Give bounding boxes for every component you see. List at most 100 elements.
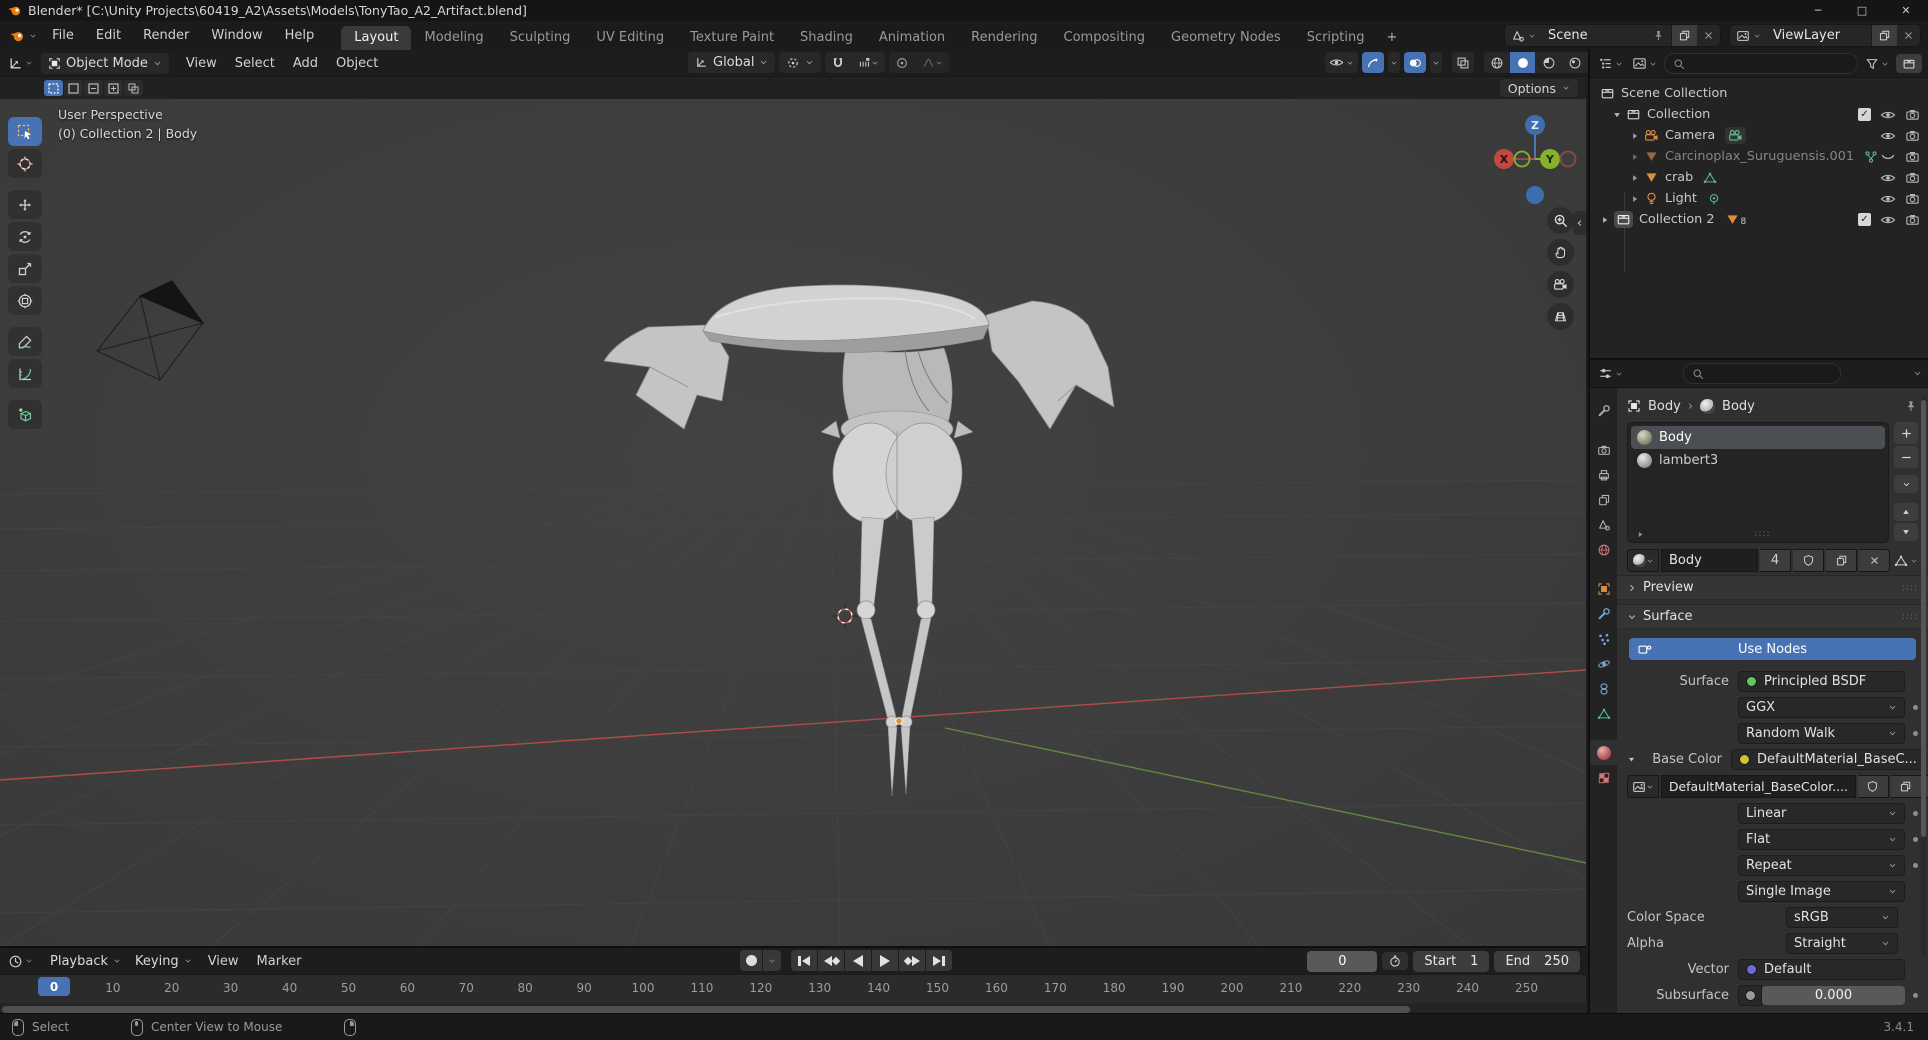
- move-slot-up-button[interactable]: [1894, 503, 1918, 521]
- material-icon[interactable]: [1700, 398, 1716, 414]
- expand-arrow-icon[interactable]: [1630, 194, 1640, 204]
- next-keyframe-button[interactable]: [899, 950, 925, 971]
- subsurface-method-dropdown[interactable]: Random Walk: [1738, 723, 1905, 744]
- hide-eye-icon[interactable]: [1880, 107, 1896, 123]
- menu-view-timeline[interactable]: View: [199, 954, 248, 969]
- overlays-dropdown[interactable]: [1430, 52, 1442, 73]
- fake-user-shield-icon[interactable]: [1793, 549, 1824, 572]
- menu-edit[interactable]: Edit: [85, 22, 132, 50]
- base-color-button[interactable]: DefaultMaterial_BaseC...: [1731, 749, 1925, 770]
- previous-keyframe-button[interactable]: [818, 950, 844, 971]
- proportional-editing-toggle[interactable]: [889, 52, 914, 73]
- tab-geometry-nodes[interactable]: Geometry Nodes: [1158, 26, 1294, 50]
- tab-tool[interactable]: [1590, 398, 1617, 423]
- maximize-button[interactable]: □: [1840, 0, 1884, 21]
- menu-help[interactable]: Help: [274, 22, 326, 50]
- gizmos-dropdown[interactable]: [1388, 52, 1400, 73]
- tab-compositing[interactable]: Compositing: [1051, 26, 1159, 50]
- vector-button[interactable]: Default: [1738, 959, 1905, 980]
- pin-icon[interactable]: [1904, 399, 1918, 414]
- animate-dot[interactable]: [1913, 811, 1918, 816]
- zoom-button[interactable]: [1547, 207, 1574, 234]
- animate-dot[interactable]: [1913, 993, 1918, 998]
- tool-measure[interactable]: [8, 359, 42, 388]
- viewlayer-name[interactable]: ViewLayer: [1767, 25, 1871, 46]
- hide-eye-icon[interactable]: [1880, 212, 1896, 228]
- expand-arrow-icon[interactable]: [1612, 110, 1622, 120]
- current-frame-field[interactable]: 0: [1307, 950, 1378, 972]
- timeline-ruler[interactable]: 0 10 20 30 40 50 60 70 80 90 100 110 120 130 140 150 16…: [0, 974, 1586, 1003]
- interpolation-dropdown[interactable]: Linear: [1738, 803, 1905, 824]
- outliner-row-collection[interactable]: Collection ✓: [1590, 104, 1928, 125]
- jump-to-end-button[interactable]: [926, 950, 952, 971]
- tab-render[interactable]: [1590, 437, 1617, 462]
- tool-transform[interactable]: [8, 286, 42, 315]
- tab-scene[interactable]: [1590, 512, 1617, 537]
- tab-particles[interactable]: [1590, 626, 1617, 651]
- tool-annotate[interactable]: [8, 327, 42, 356]
- outliner-display-mode-button[interactable]: [1630, 55, 1659, 72]
- camera-view-button[interactable]: [1547, 271, 1574, 298]
- menu-window[interactable]: Window: [200, 22, 273, 50]
- source-dropdown[interactable]: Single Image: [1738, 881, 1905, 902]
- outliner-editor-type-button[interactable]: [1596, 55, 1625, 72]
- render-visibility-icon[interactable]: [1905, 149, 1920, 164]
- hide-eye-icon[interactable]: [1880, 128, 1896, 144]
- collection-checkbox[interactable]: ✓: [1858, 213, 1871, 226]
- timeline-editor-type-button[interactable]: [6, 953, 35, 970]
- users-count-button[interactable]: 4: [1760, 549, 1791, 572]
- alpha-dropdown[interactable]: Straight: [1786, 933, 1898, 954]
- tab-uv-editing[interactable]: UV Editing: [583, 26, 677, 50]
- unlink-material-button[interactable]: [1859, 549, 1890, 572]
- tab-texture[interactable]: [1590, 765, 1617, 790]
- pan-hand-button[interactable]: [1547, 239, 1574, 266]
- properties-scrollbar[interactable]: [1921, 396, 1926, 956]
- tab-constraints[interactable]: [1590, 676, 1617, 701]
- blender-menu-icon[interactable]: [9, 28, 37, 44]
- gizmo-y-negative[interactable]: [1559, 150, 1577, 168]
- menu-view[interactable]: View: [177, 56, 226, 71]
- outliner-row-camera[interactable]: Camera: [1590, 125, 1928, 146]
- playhead[interactable]: 0: [38, 977, 70, 996]
- armature-data-icon[interactable]: [1864, 150, 1878, 164]
- menu-add[interactable]: Add: [284, 56, 327, 71]
- remove-slot-button[interactable]: [1894, 446, 1918, 468]
- viewlayer-remove-button[interactable]: [1897, 25, 1920, 46]
- animate-dot[interactable]: [1913, 837, 1918, 842]
- gizmos-toggle[interactable]: [1362, 52, 1384, 73]
- color-space-dropdown[interactable]: sRGB: [1786, 907, 1898, 928]
- minimize-button[interactable]: ─: [1796, 0, 1840, 21]
- menu-playback[interactable]: Playback: [43, 951, 128, 972]
- tab-physics[interactable]: [1590, 651, 1617, 676]
- tab-sculpting[interactable]: Sculpting: [497, 26, 584, 50]
- subsurface-value-slider[interactable]: 0.000: [1762, 986, 1905, 1005]
- render-visibility-icon[interactable]: [1905, 212, 1920, 227]
- tab-texture-paint[interactable]: Texture Paint: [677, 26, 787, 50]
- tab-rendering[interactable]: Rendering: [958, 26, 1050, 50]
- gizmo-z-negative[interactable]: [1526, 186, 1544, 204]
- shading-solid-button[interactable]: [1510, 52, 1535, 73]
- outliner-search-input[interactable]: [1664, 53, 1858, 74]
- move-slot-down-button[interactable]: [1894, 523, 1918, 541]
- tab-material[interactable]: [1590, 740, 1617, 765]
- render-visibility-icon[interactable]: [1905, 191, 1920, 206]
- snap-settings-dropdown[interactable]: [851, 52, 885, 73]
- gizmo-x-negative[interactable]: [1513, 150, 1531, 168]
- outliner-row-collection-2[interactable]: Collection 2 8 ✓: [1590, 209, 1928, 230]
- perspective-toggle-button[interactable]: [1547, 303, 1574, 330]
- collection-checkbox[interactable]: ✓: [1858, 108, 1871, 121]
- hide-eye-icon[interactable]: [1880, 191, 1896, 207]
- tab-animation[interactable]: Animation: [866, 26, 958, 50]
- outliner-row-scene-collection[interactable]: Scene Collection: [1590, 83, 1928, 104]
- tab-world[interactable]: [1590, 537, 1617, 562]
- auto-keyframe-record-button[interactable]: [740, 950, 762, 971]
- viewlayer-browse-button[interactable]: [1730, 25, 1767, 46]
- slot-list-grip[interactable]: ::::: [1636, 529, 1880, 539]
- timeline-scroll-thumb[interactable]: [2, 1006, 1410, 1013]
- navigation-gizmo[interactable]: Z X Y: [1488, 107, 1580, 211]
- jump-to-start-button[interactable]: [791, 950, 817, 971]
- properties-search-input[interactable]: [1683, 363, 1841, 384]
- properties-options-chevron-icon[interactable]: [1913, 369, 1922, 378]
- sidebar-toggle[interactable]: ‹: [1573, 211, 1586, 235]
- browse-material-button[interactable]: [1627, 549, 1659, 572]
